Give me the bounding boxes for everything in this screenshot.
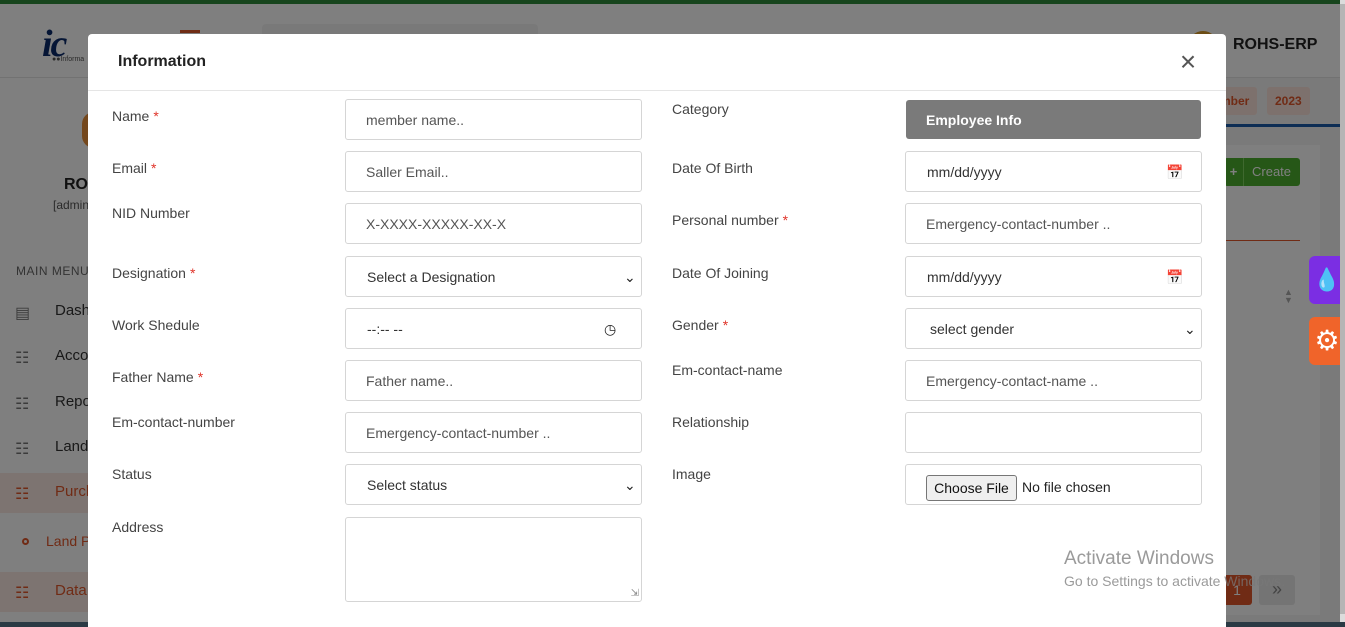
work-schedule-label: Work Shedule bbox=[112, 317, 200, 333]
personal-number-input[interactable] bbox=[905, 203, 1202, 244]
calendar-icon[interactable]: 📅 bbox=[1166, 269, 1183, 286]
name-label: Name * bbox=[112, 108, 159, 124]
close-icon[interactable]: × bbox=[1174, 47, 1202, 77]
activate-windows-title: Activate Windows bbox=[1064, 548, 1214, 569]
address-label: Address bbox=[112, 519, 164, 535]
status-label: Status bbox=[112, 466, 152, 482]
chevron-down-icon: ⌄ bbox=[624, 269, 636, 285]
em-contact-number-input[interactable] bbox=[345, 412, 642, 453]
nid-number-input[interactable] bbox=[345, 203, 642, 244]
nid-label: NID Number bbox=[112, 205, 190, 221]
member-name-input[interactable] bbox=[345, 99, 642, 140]
information-modal: Information × Name * Email * NID Number De… bbox=[88, 34, 1226, 627]
scrollbar-thumb[interactable] bbox=[1340, 4, 1345, 614]
designation-selected-value: Select a Designation bbox=[367, 269, 496, 285]
relationship-input[interactable] bbox=[905, 412, 1202, 453]
image-file-input: Choose File No file chosen bbox=[905, 464, 1202, 505]
father-name-label: Father Name * bbox=[112, 369, 204, 385]
dob-label: Date Of Birth bbox=[672, 160, 753, 176]
modal-header: Information × bbox=[88, 34, 1226, 91]
modal-title: Information bbox=[118, 53, 206, 70]
gender-select[interactable]: select gender ⌄ bbox=[905, 308, 1202, 349]
designation-select[interactable]: Select a Designation ⌄ bbox=[345, 256, 642, 297]
em-contact-name-label: Em-contact-name bbox=[672, 362, 783, 378]
email-label: Email * bbox=[112, 160, 157, 176]
work-schedule-value: --:-- -- bbox=[367, 321, 403, 337]
image-label: Image bbox=[672, 466, 711, 482]
category-label: Category bbox=[672, 101, 729, 117]
em-contact-number-label: Em-contact-number bbox=[112, 414, 235, 430]
gender-label: Gender * bbox=[672, 317, 729, 333]
work-schedule-time-input[interactable]: --:-- -- ◷ bbox=[345, 308, 642, 349]
status-select[interactable]: Select status ⌄ bbox=[345, 464, 642, 505]
category-button[interactable]: Employee Info bbox=[906, 100, 1201, 139]
status-selected-value: Select status bbox=[367, 477, 448, 493]
chevron-down-icon: ⌄ bbox=[1184, 321, 1196, 337]
date-of-joining-input[interactable]: mm/dd/yyyy 📅 bbox=[905, 256, 1202, 297]
clock-icon[interactable]: ◷ bbox=[604, 321, 616, 338]
personal-number-label: Personal number * bbox=[672, 212, 789, 228]
relationship-label: Relationship bbox=[672, 414, 750, 430]
choose-file-button[interactable]: Choose File bbox=[926, 475, 1017, 501]
dob-value: mm/dd/yyyy bbox=[927, 164, 1002, 180]
gender-selected-value: select gender bbox=[930, 321, 1015, 337]
chevron-down-icon: ⌄ bbox=[624, 477, 636, 493]
address-textarea[interactable]: ⇲ bbox=[345, 517, 642, 602]
file-status: No file chosen bbox=[1022, 479, 1111, 495]
doj-value: mm/dd/yyyy bbox=[927, 269, 1002, 285]
father-name-input[interactable] bbox=[345, 360, 642, 401]
em-contact-name-input[interactable] bbox=[905, 360, 1202, 401]
calendar-icon[interactable]: 📅 bbox=[1166, 164, 1183, 181]
designation-label: Designation * bbox=[112, 265, 196, 281]
email-input[interactable] bbox=[345, 151, 642, 192]
date-of-birth-input[interactable]: mm/dd/yyyy 📅 bbox=[905, 151, 1202, 192]
doj-label: Date Of Joining bbox=[672, 265, 769, 281]
resize-handle-icon[interactable]: ⇲ bbox=[631, 589, 639, 599]
activate-windows-subtitle: Go to Settings to activate Windows. bbox=[1064, 573, 1285, 589]
category-value: Employee Info bbox=[926, 112, 1022, 128]
